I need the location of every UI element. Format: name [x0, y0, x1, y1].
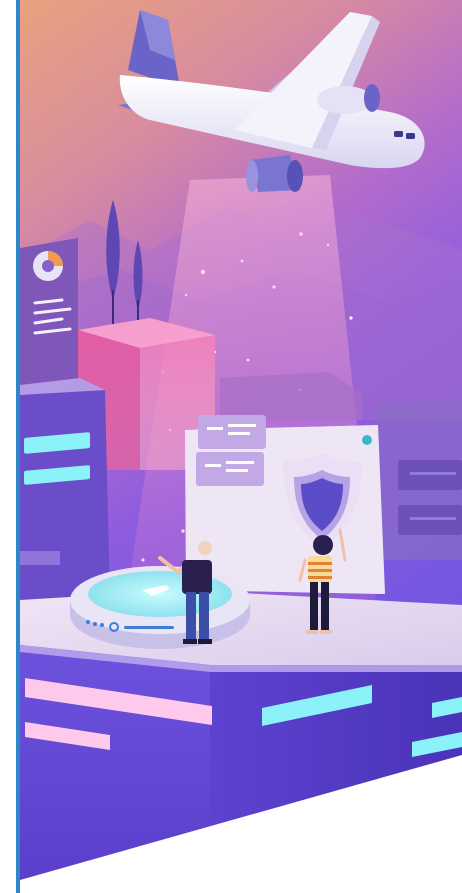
illustration-canvas — [0, 0, 462, 893]
donut-chart-icon — [33, 251, 63, 281]
scanning-pad — [70, 566, 250, 649]
screen-indicator-dot — [362, 435, 372, 445]
airport-security-illustration — [0, 0, 462, 893]
